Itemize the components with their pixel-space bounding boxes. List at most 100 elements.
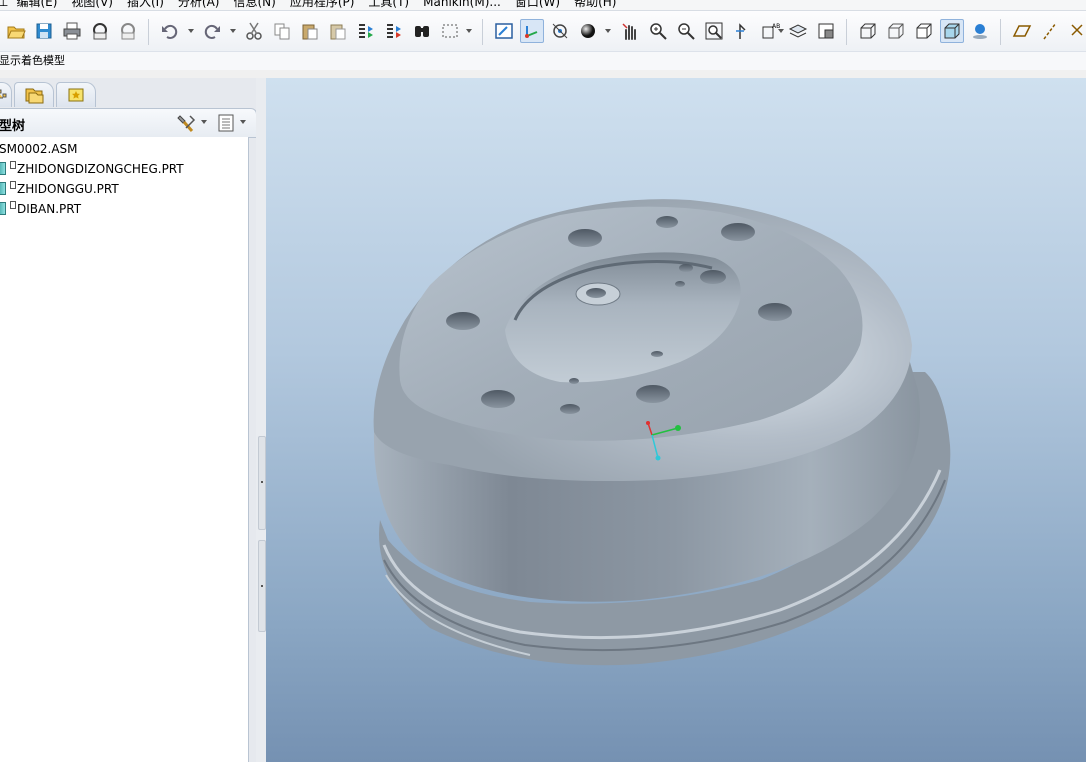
menu-help[interactable]: 帮助(H) [574, 0, 616, 10]
graphics-window[interactable] [266, 78, 1086, 762]
paste-special-icon[interactable] [326, 19, 350, 43]
inner-hub-hole [586, 288, 606, 298]
regenerate-icon[interactable] [354, 19, 378, 43]
menu-info[interactable]: 信息(N) [233, 0, 275, 10]
tab-model-tree[interactable] [0, 82, 12, 107]
open-folder-icon[interactable] [4, 19, 28, 43]
zoom-out-icon[interactable] [674, 19, 698, 43]
bolt-hole [560, 404, 580, 414]
tree-root[interactable]: SM0002.ASM [0, 140, 78, 158]
wireframe-icon[interactable] [856, 19, 880, 43]
tree-item[interactable]: ZHIDONGDIZONGCHEG.PRT [0, 160, 184, 178]
bolt-hole [656, 216, 678, 228]
undo-dropdown-icon[interactable] [188, 29, 194, 33]
shading-icon[interactable] [940, 19, 964, 43]
hidden-line-icon[interactable] [884, 19, 908, 43]
menu-applications[interactable]: 应用程序(P) [290, 0, 355, 10]
email-attach-icon[interactable] [116, 19, 140, 43]
inner-hole [700, 270, 726, 284]
inner-hole [569, 378, 579, 384]
tree-item[interactable]: ZHIDONGGU.PRT [0, 180, 119, 198]
appearance-sphere-icon[interactable] [576, 19, 600, 43]
tree-item-label: ZHIDONGDIZONGCHEG.PRT [17, 162, 184, 176]
folder-browser-icon [25, 88, 44, 104]
show-options-dropdown-icon[interactable] [240, 120, 246, 124]
cut-icon[interactable] [242, 19, 266, 43]
tab-favorites[interactable] [56, 82, 96, 107]
regenerate-manager-icon[interactable] [382, 19, 406, 43]
enhanced-realism-icon[interactable] [968, 19, 992, 43]
zoom-in-icon[interactable] [646, 19, 670, 43]
select-box-icon[interactable] [438, 19, 462, 43]
datum-planes-icon[interactable] [1010, 19, 1034, 43]
part-icon [0, 202, 6, 215]
bolt-hole [636, 385, 670, 403]
print-icon[interactable] [60, 19, 84, 43]
main-toolbar: AB [0, 11, 1086, 52]
placement-marker-icon [10, 181, 16, 189]
view-manager-icon[interactable] [814, 19, 838, 43]
select-dropdown-icon[interactable] [466, 29, 472, 33]
placement-marker-icon [10, 201, 16, 209]
model-tree: SM0002.ASM ZHIDONGDIZONGCHEG.PRT ZHIDONG… [0, 137, 249, 762]
splitter-grip[interactable] [258, 436, 266, 530]
menu-view[interactable]: 视图(V) [71, 0, 113, 10]
redo-icon[interactable] [200, 19, 224, 43]
tree-settings-dropdown-icon[interactable] [201, 120, 207, 124]
find-icon[interactable] [410, 19, 434, 43]
tree-settings-icon[interactable] [176, 113, 198, 133]
part-icon [0, 182, 6, 195]
placement-marker-icon [10, 161, 16, 169]
favorites-icon [68, 88, 84, 102]
copy-icon[interactable] [270, 19, 294, 43]
menu-edit[interactable]: 编辑(E) [16, 0, 57, 10]
repaint-icon[interactable] [492, 19, 516, 43]
reorient-icon[interactable] [730, 19, 754, 43]
menu-window[interactable]: 窗口(W) [515, 0, 560, 10]
tree-item[interactable]: DIBAN.PRT [0, 200, 81, 218]
spin-center-icon[interactable] [520, 19, 544, 43]
no-hidden-icon[interactable] [912, 19, 936, 43]
appearance-dropdown-icon[interactable] [605, 29, 611, 33]
email-icon[interactable] [88, 19, 112, 43]
saved-views-dropdown-icon[interactable] [778, 29, 784, 33]
tree-icon [0, 89, 7, 99]
show-options-icon[interactable] [217, 113, 235, 133]
tree-item-label: DIBAN.PRT [17, 202, 82, 216]
panel-splitter[interactable] [256, 78, 266, 762]
splitter-grip[interactable] [258, 540, 266, 632]
menu-tools[interactable]: 工具(T) [368, 0, 409, 10]
orient-mode-icon[interactable] [548, 19, 572, 43]
toolbar-separator [482, 19, 483, 45]
message-line: 显示着色模型 [0, 52, 1086, 70]
menu-manikin[interactable]: Manikin(M)... [423, 0, 501, 10]
tab-folder-browser[interactable] [14, 82, 54, 107]
menu-file[interactable]: ⊥ [0, 0, 8, 10]
panel-title: 型树 [0, 119, 26, 134]
menu-analysis[interactable]: 分析(A) [178, 0, 220, 10]
layers-icon[interactable] [786, 19, 810, 43]
inner-hole [675, 281, 685, 287]
menu-bar: ⊥ 编辑(E) 视图(V) 插入(I) 分析(A) 信息(N) 应用程序(P) … [0, 0, 1086, 11]
bolt-hole [568, 229, 602, 247]
bolt-hole [481, 390, 515, 408]
paste-icon[interactable] [298, 19, 322, 43]
datum-axes-icon[interactable] [1038, 19, 1062, 43]
save-icon[interactable] [32, 19, 56, 43]
toolbar-separator [1000, 19, 1001, 45]
bolt-hole [758, 303, 792, 321]
refit-icon[interactable] [702, 19, 726, 43]
redo-dropdown-icon[interactable] [230, 29, 236, 33]
bolt-hole [446, 312, 480, 330]
brake-drum-model[interactable] [266, 78, 1086, 762]
model-tree-header: 型树 [0, 108, 257, 138]
inner-hole [679, 264, 693, 272]
toolbar-separator [846, 19, 847, 45]
toolbar-separator [148, 19, 149, 45]
undo-icon[interactable] [158, 19, 182, 43]
part-icon [0, 162, 6, 175]
inner-hole [651, 351, 663, 357]
datum-points-icon[interactable] [1066, 19, 1086, 43]
menu-insert[interactable]: 插入(I) [127, 0, 164, 10]
pan-hand-icon[interactable] [618, 19, 642, 43]
